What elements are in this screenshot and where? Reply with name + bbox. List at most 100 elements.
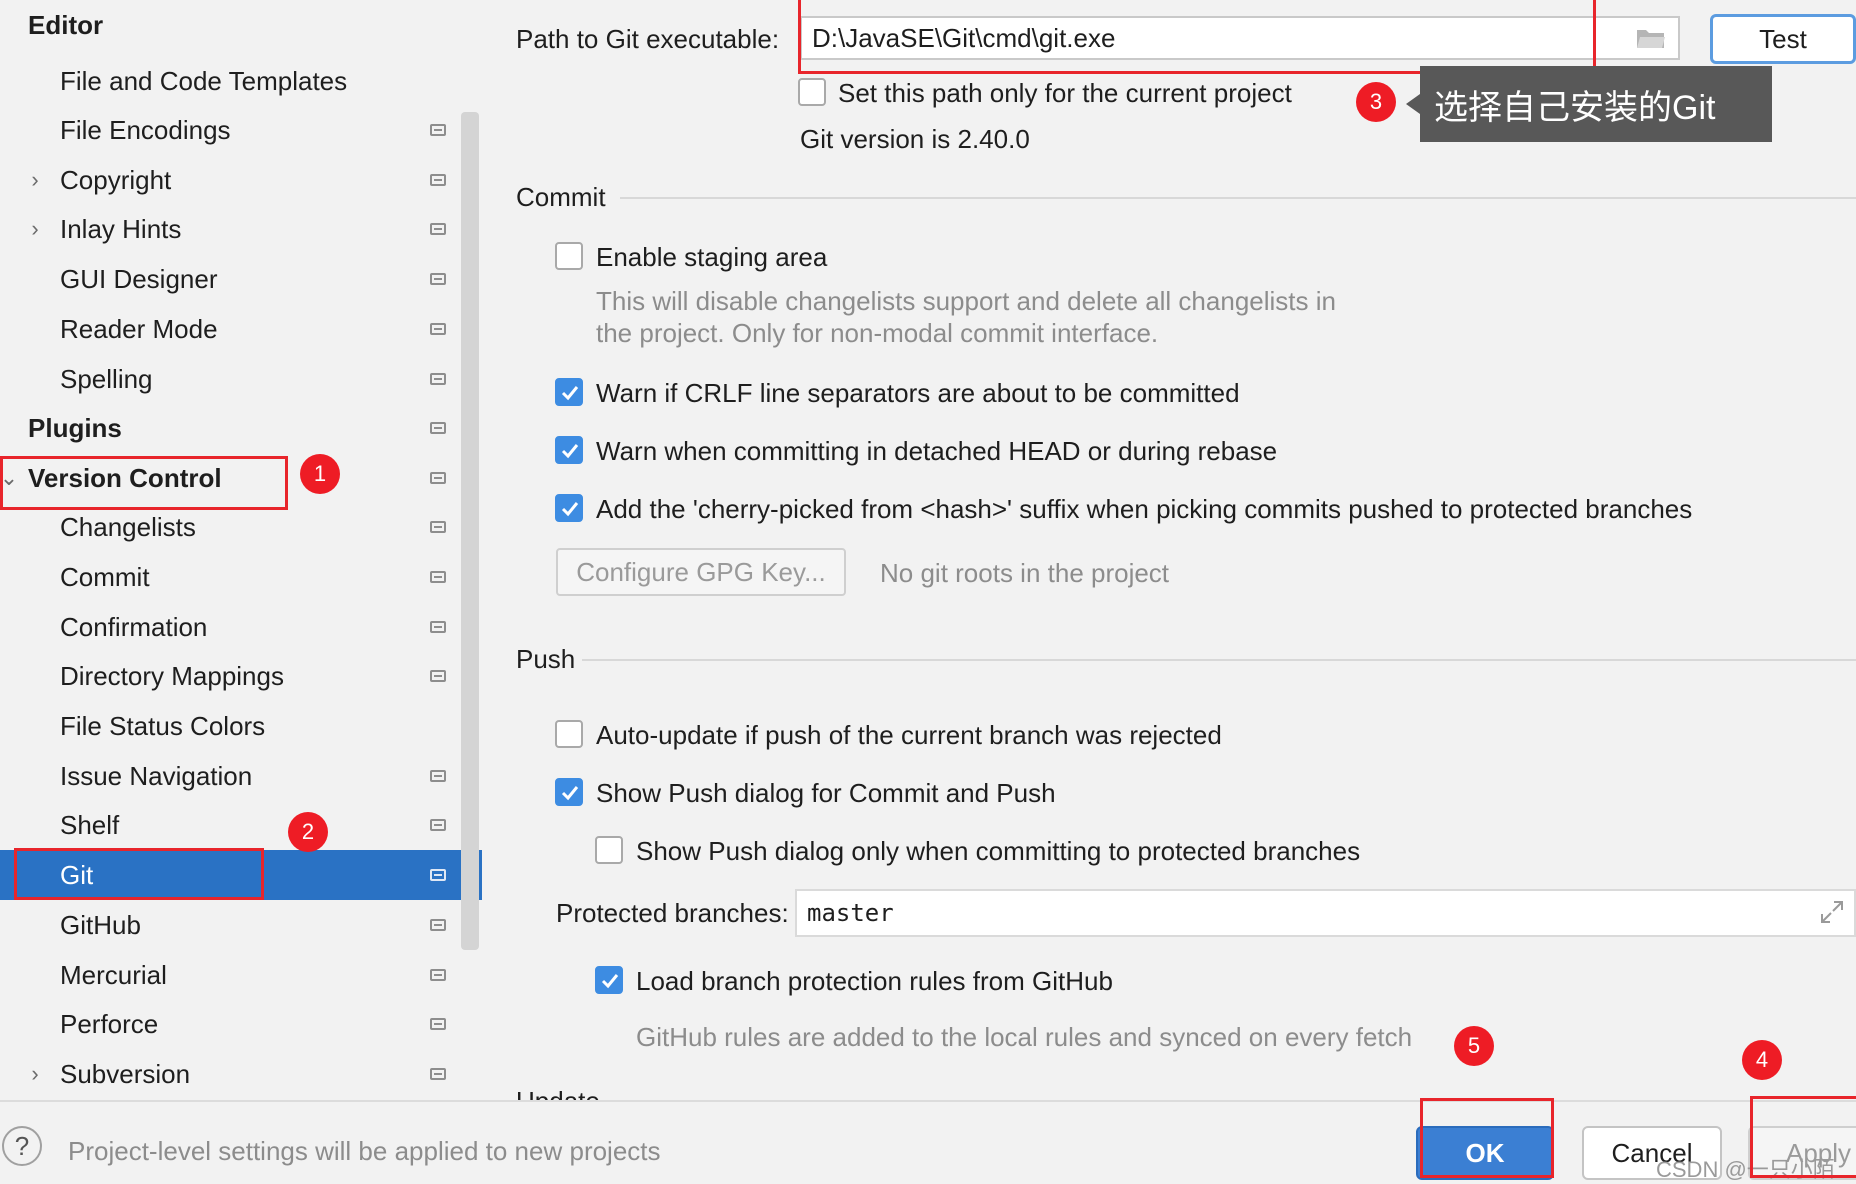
tree-item-copyright[interactable]: › Copyright (0, 155, 482, 205)
checkmark-icon (601, 974, 619, 989)
project-settings-icon (430, 770, 446, 782)
current-project-only-checkbox[interactable] (798, 78, 826, 106)
project-settings-icon (430, 1068, 446, 1080)
badge-number: 2 (301, 819, 315, 844)
warn-detached-head-checkbox[interactable] (555, 436, 583, 464)
badge-number: 5 (1467, 1033, 1481, 1058)
tree-item-editor[interactable]: Editor (0, 0, 482, 50)
project-settings-icon (430, 174, 446, 186)
annotation-badge-5: 5 (1454, 1026, 1494, 1066)
badge-number: 1 (313, 461, 327, 486)
tree-item-subversion[interactable]: › Subversion (0, 1049, 482, 1099)
project-settings-icon (430, 919, 446, 931)
tree-item-mercurial[interactable]: Mercurial (0, 950, 482, 1000)
help-icon[interactable]: ? (2, 1126, 42, 1166)
show-push-dialog-checkbox[interactable] (555, 778, 583, 806)
annotation-badge-3: 3 (1356, 82, 1396, 122)
git-version-text: Git version is 2.40.0 (800, 124, 1030, 154)
annotation-badge-4: 4 (1742, 1040, 1782, 1080)
tree-item-label: Copyright (60, 164, 172, 195)
protected-branches-input[interactable]: master (795, 889, 1856, 937)
tree-item-label: File and Code Templates (60, 65, 348, 96)
project-settings-icon (430, 373, 446, 385)
tree-item-label: Reader Mode (60, 313, 218, 344)
tree-item-label: Plugins (28, 412, 122, 443)
tree-item-label: Editor (28, 9, 104, 40)
tree-item-shelf[interactable]: Shelf (0, 800, 482, 850)
checkmark-icon (561, 386, 579, 401)
tree-item-label: Inlay Hints (60, 213, 182, 244)
tree-item-spelling[interactable]: Spelling (0, 354, 482, 404)
annotation-box-version-control (0, 456, 288, 510)
checkmark-icon (561, 502, 579, 517)
tree-item-confirmation[interactable]: Confirmation (0, 602, 482, 652)
tree-item-perforce[interactable]: Perforce (0, 999, 482, 1049)
push-dialog-protected-only-label: Show Push dialog only when committing to… (636, 836, 1361, 866)
github-protection-rules-checkbox[interactable] (595, 966, 623, 994)
tree-item-label: Issue Navigation (60, 760, 253, 791)
project-settings-icon (430, 969, 446, 981)
settings-tree: Editor File and Code Templates File Enco… (0, 0, 482, 1100)
section-divider (582, 659, 1856, 661)
test-button[interactable]: Test (1710, 14, 1856, 64)
tree-item-plugins[interactable]: Plugins (0, 403, 482, 453)
checkmark-icon (561, 786, 579, 801)
chevron-right-icon[interactable]: › (26, 167, 44, 193)
project-settings-icon (430, 819, 446, 831)
warn-crlf-label: Warn if CRLF line separators are about t… (596, 378, 1240, 408)
project-level-note: Project-level settings will be applied t… (68, 1136, 661, 1166)
checkmark-icon (561, 444, 579, 459)
project-settings-icon (430, 571, 446, 583)
gpg-button-label: Configure GPG Key... (576, 556, 826, 587)
path-label: Path to Git executable: (516, 24, 780, 54)
annotation-tooltip: 选择自己安装的Git (1420, 66, 1772, 142)
show-push-dialog-label: Show Push dialog for Commit and Push (596, 778, 1056, 808)
tree-item-inlay-hints[interactable]: › Inlay Hints (0, 204, 482, 254)
test-button-label: Test (1759, 23, 1807, 54)
tree-item-label: Commit (60, 561, 150, 592)
tree-item-label: Spelling (60, 363, 153, 394)
annotation-box-ok (1420, 1098, 1554, 1178)
warn-crlf-checkbox[interactable] (555, 378, 583, 406)
folder-open-icon[interactable] (1636, 26, 1666, 50)
github-rules-hint: GitHub rules are added to the local rule… (636, 1022, 1413, 1052)
project-settings-icon (430, 323, 446, 335)
tree-item-label: Shelf (60, 809, 120, 840)
tree-item-label: Confirmation (60, 611, 208, 642)
tree-item-issue-navigation[interactable]: Issue Navigation (0, 751, 482, 801)
update-section-title: Update (516, 1086, 600, 1100)
section-divider (620, 197, 1856, 199)
tree-item-label: Mercurial (60, 959, 167, 990)
badge-number: 4 (1755, 1047, 1769, 1072)
staging-hint-line-1: This will disable changelists support an… (596, 286, 1336, 316)
badge-number: 3 (1369, 89, 1383, 114)
expand-icon[interactable] (1818, 898, 1846, 926)
tree-item-label: Subversion (60, 1058, 191, 1089)
push-section-title: Push (516, 644, 576, 674)
annotation-badge-2: 2 (288, 812, 328, 852)
auto-update-checkbox[interactable] (555, 720, 583, 748)
tree-item-commit[interactable]: Commit (0, 552, 482, 602)
sidebar-scrollbar[interactable] (461, 112, 479, 950)
annotation-box-apply (1750, 1096, 1856, 1178)
enable-staging-checkbox[interactable] (555, 242, 583, 270)
project-settings-icon (430, 521, 446, 533)
push-dialog-protected-only-checkbox[interactable] (595, 836, 623, 864)
chevron-right-icon[interactable]: › (26, 1061, 44, 1087)
tree-item-directory-mappings[interactable]: Directory Mappings (0, 651, 482, 701)
chevron-right-icon[interactable]: › (26, 216, 44, 242)
configure-gpg-key-button[interactable]: Configure GPG Key... (556, 548, 846, 596)
tooltip-text: 选择自己安装的Git (1434, 88, 1716, 127)
tree-item-file-and-code-templates[interactable]: File and Code Templates (0, 56, 482, 106)
tree-item-reader-mode[interactable]: Reader Mode (0, 304, 482, 354)
warn-detached-head-label: Warn when committing in detached HEAD or… (596, 436, 1278, 466)
update-section-title-clip: Update (516, 1086, 600, 1100)
project-settings-icon (430, 223, 446, 235)
tree-item-gui-designer[interactable]: GUI Designer (0, 254, 482, 304)
tree-item-file-encodings[interactable]: File Encodings (0, 105, 482, 155)
project-settings-icon (430, 621, 446, 633)
tree-item-file-status-colors[interactable]: File Status Colors (0, 701, 482, 751)
tree-item-github[interactable]: GitHub (0, 900, 482, 950)
cherry-picked-suffix-checkbox[interactable] (555, 494, 583, 522)
help-glyph: ? (14, 1130, 30, 1161)
